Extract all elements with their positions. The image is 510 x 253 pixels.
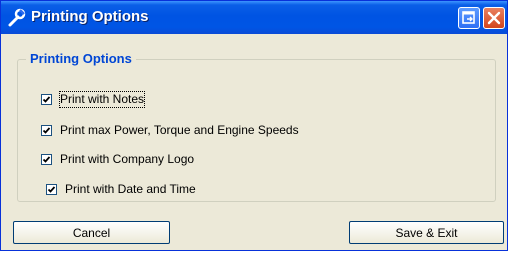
option-label: Print with Company Logo <box>60 151 195 166</box>
wrench-icon <box>7 8 27 28</box>
option-label: Print with Date and Time <box>65 181 196 196</box>
restore-icon <box>462 11 475 24</box>
close-icon <box>487 11 501 25</box>
checkmark-icon <box>42 126 51 134</box>
cancel-button[interactable]: Cancel <box>13 221 170 244</box>
option-label: Print max Power, Torque and Engine Speed… <box>60 122 299 137</box>
checkbox-print-notes[interactable] <box>41 93 52 105</box>
option-print-max-power[interactable]: Print max Power, Torque and Engine Speed… <box>41 122 299 138</box>
option-print-company-logo[interactable]: Print with Company Logo <box>41 151 194 167</box>
printing-options-window: Printing Options Printing Options Print … <box>0 0 508 251</box>
title-bar[interactable]: Printing Options <box>1 1 507 34</box>
group-title: Printing Options <box>26 51 136 66</box>
checkbox-print-date-time[interactable] <box>46 183 57 195</box>
checkmark-icon <box>47 185 56 193</box>
option-label: Print with Notes <box>58 90 146 108</box>
checkbox-print-max-power[interactable] <box>41 124 52 136</box>
checkbox-print-company-logo[interactable] <box>41 153 52 165</box>
save-exit-button[interactable]: Save & Exit <box>349 221 504 244</box>
window-title: Printing Options <box>31 8 149 25</box>
close-button[interactable] <box>483 7 505 29</box>
checkmark-icon <box>42 155 51 163</box>
option-print-notes[interactable]: Print with Notes <box>41 90 146 108</box>
restore-button[interactable] <box>458 7 480 29</box>
option-print-date-time[interactable]: Print with Date and Time <box>46 181 196 197</box>
checkmark-icon <box>42 95 51 103</box>
